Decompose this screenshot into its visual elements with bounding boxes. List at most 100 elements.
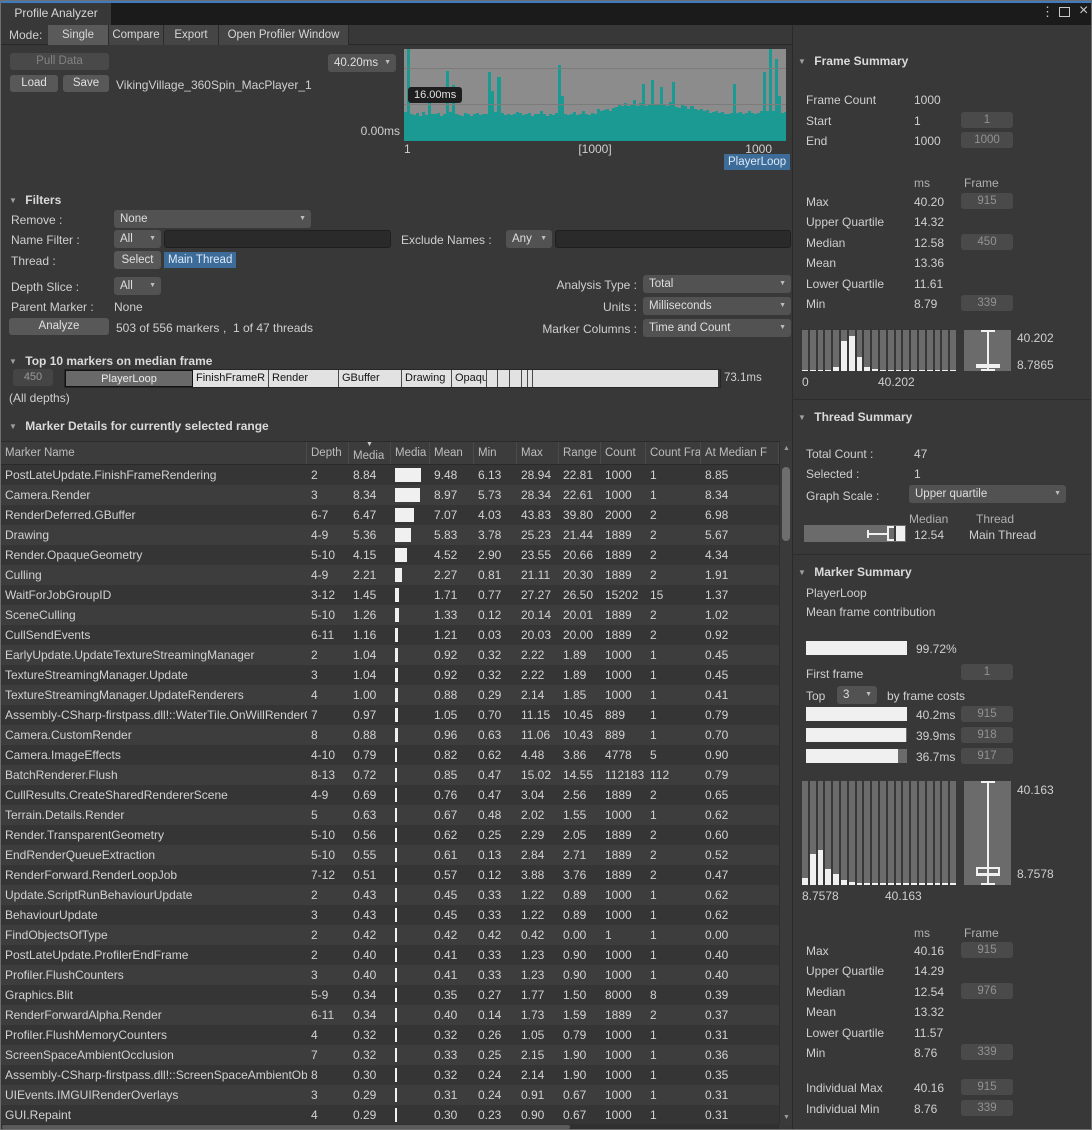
horizontal-scrollbar[interactable] xyxy=(1,1124,779,1130)
top10-segment-playerloop[interactable]: PlayerLoop xyxy=(65,370,193,387)
table-row[interactable]: EndRenderQueueExtraction5-100.550.610.13… xyxy=(1,845,779,865)
load-button[interactable]: Load xyxy=(10,75,58,92)
frame-jump-button[interactable]: 915 xyxy=(961,706,1013,722)
table-row[interactable]: CullResults.CreateSharedRendererScene4-9… xyxy=(1,785,779,805)
frame-summary-header[interactable]: ▼ Frame Summary xyxy=(798,54,908,68)
frame-scale-dropdown[interactable]: 40.20ms ▼ xyxy=(328,54,396,72)
column-header-at-median-f[interactable]: At Median F xyxy=(701,442,779,464)
marker-columns-dropdown[interactable]: Time and Count ▼ xyxy=(643,319,791,337)
name-filter-mode-dropdown[interactable]: All ▼ xyxy=(114,230,161,248)
table-row[interactable]: Graphics.Blit5-90.340.350.271.771.508000… xyxy=(1,985,779,1005)
column-header-media[interactable]: Media xyxy=(391,442,430,464)
table-row[interactable]: PostLateUpdate.FinishFrameRendering28.84… xyxy=(1,465,779,485)
marker-summary-header[interactable]: ▼ Marker Summary xyxy=(798,565,912,579)
mode-button-export[interactable]: Export xyxy=(164,25,219,45)
median-frame-badge[interactable]: 450 xyxy=(13,369,53,386)
table-row[interactable]: FindObjectsOfType20.420.420.420.420.0011… xyxy=(1,925,779,945)
table-row[interactable]: Assembly-CSharp-firstpass.dll!::ScreenSp… xyxy=(1,1065,779,1085)
table-row[interactable]: BehaviourUpdate30.430.450.331.220.891000… xyxy=(1,905,779,925)
top10-segment-gbuffer[interactable]: GBuffer xyxy=(339,370,402,387)
save-button[interactable]: Save xyxy=(63,75,109,92)
frame-jump-button[interactable]: 976 xyxy=(961,983,1013,999)
column-header-media[interactable]: ▼Media xyxy=(349,442,391,464)
top10-segment[interactable] xyxy=(510,370,522,387)
table-row[interactable]: Camera.Render38.348.975.7328.3422.611000… xyxy=(1,485,779,505)
marker-details-header[interactable]: ▼ Marker Details for currently selected … xyxy=(9,419,269,433)
frame-jump-button[interactable]: 918 xyxy=(961,727,1013,743)
close-icon[interactable]: × xyxy=(1079,2,1088,20)
table-row[interactable]: Assembly-CSharp-firstpass.dll!::WaterTil… xyxy=(1,705,779,725)
frame-jump-button[interactable]: 339 xyxy=(961,1044,1013,1060)
maximize-icon[interactable] xyxy=(1059,7,1070,17)
vertical-scrollbar[interactable]: ▲ ▼ xyxy=(779,441,792,1125)
table-row[interactable]: TextureStreamingManager.UpdateRenderers4… xyxy=(1,685,779,705)
analysis-type-dropdown[interactable]: Total ▼ xyxy=(643,275,791,293)
table-row[interactable]: BatchRenderer.Flush8-130.720.850.4715.02… xyxy=(1,765,779,785)
mode-button-single[interactable]: Single xyxy=(48,25,109,45)
top10-segment[interactable] xyxy=(487,370,498,387)
kebab-menu-icon[interactable]: ⋮ xyxy=(1041,4,1054,20)
thread-selection-chip[interactable]: Main Thread xyxy=(164,252,236,268)
table-row[interactable]: WaitForJobGroupID3-121.451.710.7727.2726… xyxy=(1,585,779,605)
filters-header[interactable]: ▼ Filters xyxy=(9,193,61,207)
table-row[interactable]: GUI.Repaint40.290.300.230.900.67100010.3… xyxy=(1,1105,779,1125)
tab-profile-analyzer[interactable]: Profile Analyzer xyxy=(1,1,111,25)
name-filter-input[interactable] xyxy=(164,230,391,248)
selected-marker-chip[interactable]: PlayerLoop xyxy=(724,154,790,170)
top10-segment-render[interactable]: Render xyxy=(269,370,339,387)
column-header-min[interactable]: Min xyxy=(474,442,517,464)
frame-jump-button[interactable]: 1 xyxy=(961,112,1013,128)
graph-scale-dropdown[interactable]: Upper quartile ▼ xyxy=(909,485,1066,503)
table-row[interactable]: Update.ScriptRunBehaviourUpdate20.430.45… xyxy=(1,885,779,905)
column-header-count[interactable]: Count xyxy=(601,442,646,464)
analyze-button[interactable]: Analyze xyxy=(9,318,109,335)
frame-jump-button[interactable]: 915 xyxy=(961,1079,1013,1095)
table-row[interactable]: EarlyUpdate.UpdateTextureStreamingManage… xyxy=(1,645,779,665)
frame-jump-button[interactable]: 339 xyxy=(961,295,1013,311)
column-header-depth[interactable]: Depth xyxy=(307,442,349,464)
column-header-range[interactable]: Range xyxy=(559,442,601,464)
table-row[interactable]: CullSendEvents6-111.161.210.0320.0320.00… xyxy=(1,625,779,645)
table-row[interactable]: RenderForwardAlpha.Render6-110.340.400.1… xyxy=(1,1005,779,1025)
table-row[interactable]: Render.TransparentGeometry5-100.560.620.… xyxy=(1,825,779,845)
scrollbar-thumb[interactable] xyxy=(782,467,790,541)
column-header-mean[interactable]: Mean xyxy=(430,442,474,464)
mode-button-compare[interactable]: Compare xyxy=(109,25,164,45)
exclude-names-input[interactable] xyxy=(555,230,791,248)
frame-jump-button[interactable]: 915 xyxy=(961,193,1013,209)
mode-button-open-profiler-window[interactable]: Open Profiler Window xyxy=(219,25,349,45)
top10-segment-drawing[interactable]: Drawing xyxy=(402,370,452,387)
table-row[interactable]: Terrain.Details.Render50.630.670.482.021… xyxy=(1,805,779,825)
table-row[interactable]: ScreenSpaceAmbientOcclusion70.320.330.25… xyxy=(1,1045,779,1065)
table-row[interactable]: TextureStreamingManager.Update31.040.920… xyxy=(1,665,779,685)
scrollbar-thumb[interactable] xyxy=(2,1125,570,1129)
table-row[interactable]: UIEvents.IMGUIRenderOverlays30.290.310.2… xyxy=(1,1085,779,1105)
table-row[interactable]: SceneCulling5-101.261.330.1220.1420.0118… xyxy=(1,605,779,625)
column-header-count-fra[interactable]: Count Fra xyxy=(646,442,701,464)
column-header-marker-name[interactable]: Marker Name xyxy=(1,442,307,464)
table-row[interactable]: Drawing4-95.365.833.7825.2321.44188925.6… xyxy=(1,525,779,545)
table-row[interactable]: Culling4-92.212.270.8121.1120.30188921.9… xyxy=(1,565,779,585)
top10-segment[interactable] xyxy=(533,370,718,387)
thread-name[interactable]: Main Thread xyxy=(969,528,1036,542)
table-row[interactable]: Profiler.FlushCounters30.400.410.331.230… xyxy=(1,965,779,985)
top10-segment[interactable] xyxy=(498,370,510,387)
thread-select-button[interactable]: Select xyxy=(114,251,161,269)
table-row[interactable]: Render.OpaqueGeometry5-104.154.522.9023.… xyxy=(1,545,779,565)
frame-jump-button[interactable]: 1000 xyxy=(961,132,1013,148)
column-header-max[interactable]: Max xyxy=(517,442,559,464)
table-row[interactable]: Camera.ImageEffects4-100.790.820.624.483… xyxy=(1,745,779,765)
table-row[interactable]: Camera.CustomRender80.880.960.6311.0610.… xyxy=(1,725,779,745)
table-row[interactable]: RenderDeferred.GBuffer6-76.477.074.0343.… xyxy=(1,505,779,525)
remove-dropdown[interactable]: None ▼ xyxy=(114,210,311,228)
thread-summary-header[interactable]: ▼ Thread Summary xyxy=(798,410,912,424)
frame-jump-button[interactable]: 917 xyxy=(961,748,1013,764)
top-n-dropdown[interactable]: 3 ▼ xyxy=(837,686,877,704)
top10-segment-opaqu[interactable]: Opaqu xyxy=(452,370,487,387)
frame-jump-button[interactable]: 915 xyxy=(961,942,1013,958)
top10-segment-finishframer[interactable]: FinishFrameR xyxy=(193,370,269,387)
table-row[interactable]: Profiler.FlushMemoryCounters40.320.320.2… xyxy=(1,1025,779,1045)
frame-jump-button[interactable]: 339 xyxy=(961,1100,1013,1116)
table-row[interactable]: PostLateUpdate.ProfilerEndFrame20.400.41… xyxy=(1,945,779,965)
depth-slice-dropdown[interactable]: All ▼ xyxy=(114,277,161,295)
